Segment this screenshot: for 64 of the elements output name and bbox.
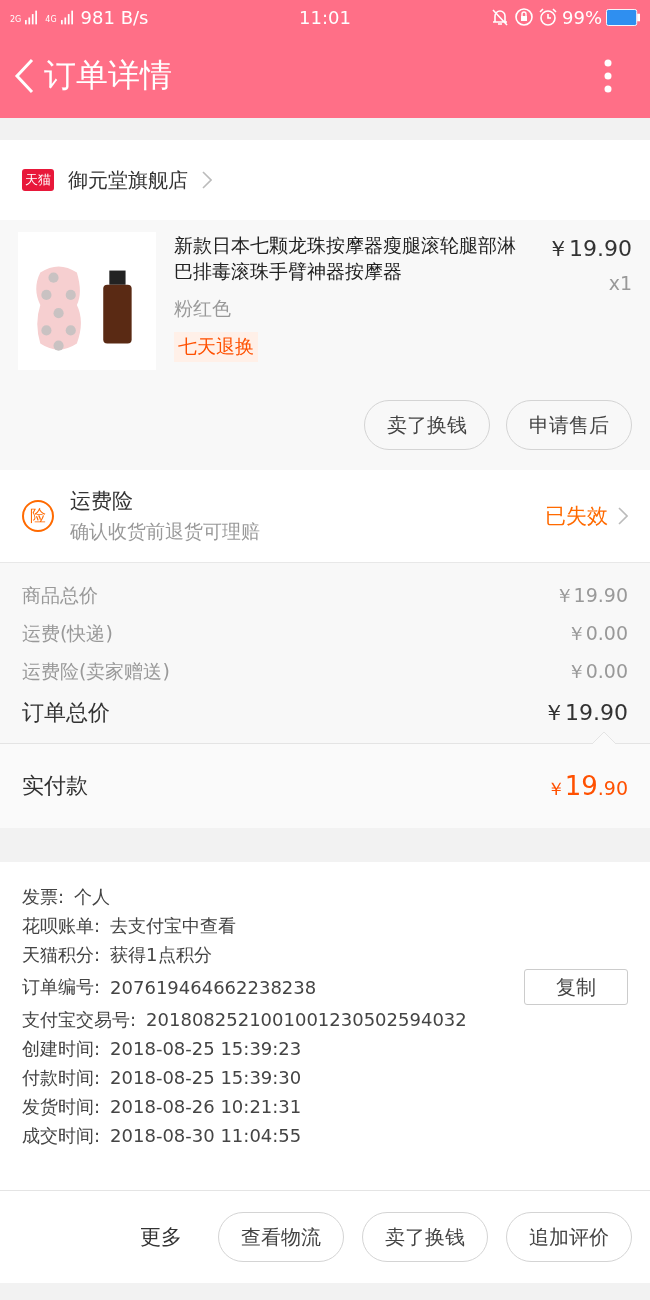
paid-label: 实付款 [22,772,88,800]
action-button[interactable]: 卖了换钱 [362,1212,488,1262]
return-policy-tag: 七天退换 [174,332,258,362]
insurance-row[interactable]: 险 运费险 确认收货前退货可理赔 已失效 [0,470,650,563]
back-icon[interactable] [14,58,34,94]
cost-label: 运费(快递) [22,621,113,646]
info-value: 去支付宝中查看 [110,913,237,938]
alarm-icon [538,7,558,27]
copy-button[interactable]: 复制 [524,969,628,1005]
signal-icon [25,9,38,25]
insurance-status: 已失效 [545,503,608,530]
insurance-icon: 险 [22,500,54,532]
action-button[interactable]: 追加评价 [506,1212,632,1262]
network-speed: 981 B/s [80,6,149,28]
info-label: 订单编号: [22,975,101,999]
more-link[interactable]: 更多 [140,1223,182,1251]
store-row[interactable]: 天猫 御元堂旗舰店 [0,140,650,220]
product-variant: 粉红色 [174,296,231,321]
store-badge: 天猫 [22,169,54,191]
info-value: 2018-08-30 11:04:55 [110,1125,302,1146]
info-label: 发货时间: [22,1094,101,1119]
product-price: ￥19.90 [547,235,632,263]
bell-muted-icon [490,7,510,27]
store-name: 御元堂旗舰店 [68,166,188,194]
info-label: 创建时间: [22,1036,101,1061]
cost-value: ￥0.00 [566,659,628,684]
chevron-icon [618,507,628,525]
action-button[interactable]: 卖了换钱 [364,400,490,450]
cost-value: ￥0.00 [566,621,628,646]
info-label: 发票: [22,884,65,909]
action-button[interactable]: 查看物流 [218,1212,344,1262]
cost-value: ￥19.90 [554,583,628,608]
info-label: 付款时间: [22,1065,101,1090]
cost-label: 商品总价 [22,583,98,608]
info-label: 成交时间: [22,1123,101,1148]
info-value: 个人 [74,884,111,909]
total-label: 订单总价 [22,699,110,727]
rotation-lock-icon [514,7,534,27]
product-quantity: x1 [608,272,632,294]
insurance-title: 运费险 [70,488,134,515]
info-label: 支付宝交易号: [22,1007,137,1032]
signal-label: 2G [10,14,22,24]
info-value: 2018-08-25 15:39:30 [110,1067,302,1088]
info-value: 2018-08-26 10:21:31 [110,1096,302,1117]
cost-label: 运费险(卖家赠送) [22,659,170,684]
product-title[interactable]: 新款日本七颗龙珠按摩器瘦腿滚轮腿部淋巴排毒滚珠手臂神器按摩器 [174,232,529,284]
clock: 11:01 [299,6,351,28]
info-value: 2018082521001001230502594032 [146,1009,467,1030]
battery-level: 99% [562,6,602,28]
info-value: 207619464662238238 [110,976,317,998]
insurance-subtitle: 确认收货前退货可理赔 [70,519,261,544]
chevron-icon [202,171,212,189]
info-value: 2018-08-25 15:39:23 [110,1038,302,1059]
action-button[interactable]: 申请售后 [506,400,632,450]
info-value: 获得1点积分 [110,942,212,967]
total-value: ￥19.90 [543,699,628,727]
battery-icon [606,8,640,26]
paid-amount: ￥19.90 [546,771,628,801]
more-icon[interactable] [604,59,612,93]
page-title: 订单详情 [44,55,173,96]
signal-icon [60,9,73,25]
signal-label: 4G [45,14,57,24]
info-label: 花呗账单: [22,913,101,938]
info-label: 天猫积分: [22,942,101,967]
